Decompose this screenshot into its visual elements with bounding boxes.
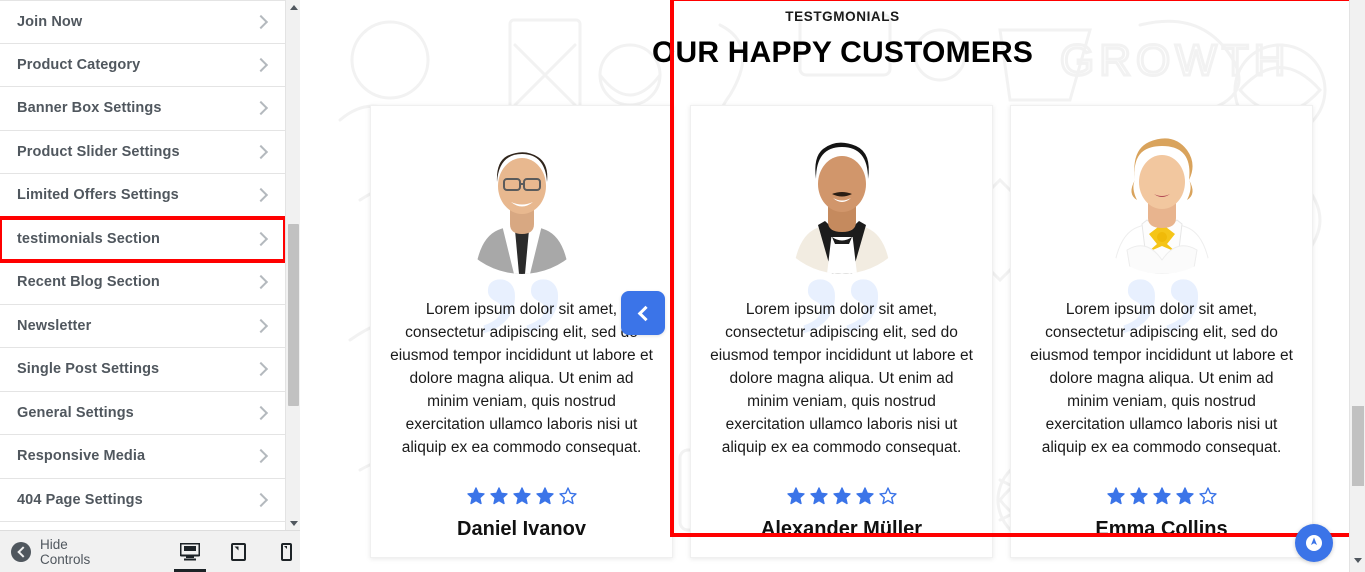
sidebar-item-label: Responsive Media: [17, 448, 146, 465]
sidebar-item-label: Recent Blog Section: [17, 274, 160, 291]
star-filled-icon: [1175, 487, 1194, 505]
avatar: [766, 124, 917, 274]
sidebar-menu-list: Join Now Product Category Banner Box Setti…: [0, 0, 285, 522]
testimonial-text: Lorem ipsum dolor sit amet, consectetur …: [710, 301, 973, 456]
sidebar-item-label: Join Now: [17, 13, 83, 30]
device-preview-desktop[interactable]: [174, 531, 206, 572]
carousel-prev-button[interactable]: [621, 291, 665, 335]
sidebar-item-label: 404 Page Settings: [17, 491, 143, 508]
sidebar-scrollbar-thumb[interactable]: [288, 224, 299, 406]
star-rating: [705, 487, 978, 505]
chevron-right-icon: [255, 101, 269, 115]
star-rating: [1025, 487, 1298, 505]
sidebar-item-label: Single Post Settings: [17, 361, 160, 378]
scrollbar-up-arrow-icon[interactable]: [286, 0, 301, 14]
sidebar-footer: Hide Controls: [0, 530, 300, 572]
scrollbar-down-arrow-icon[interactable]: [286, 516, 301, 530]
sidebar-item-label: Limited Offers Settings: [17, 187, 179, 204]
sidebar-item-join-now[interactable]: Join Now: [0, 0, 285, 44]
page-scrollbar-down-arrow-icon[interactable]: [1350, 552, 1365, 568]
star-filled-icon: [466, 487, 485, 505]
star-outline-icon: [1198, 487, 1217, 505]
hide-controls-button[interactable]: Hide Controls: [0, 537, 112, 567]
star-filled-icon: [512, 487, 531, 505]
star-filled-icon: [1106, 487, 1125, 505]
customizer-sidebar: Join Now Product Category Banner Box Setti…: [0, 0, 300, 572]
page-scrollbar[interactable]: [1349, 0, 1365, 572]
star-filled-icon: [489, 487, 508, 505]
sidebar-item-responsive-media[interactable]: Responsive Media: [0, 435, 285, 479]
chevron-right-icon: [255, 362, 269, 376]
page-scrollbar-thumb[interactable]: [1352, 406, 1364, 486]
chevron-right-icon: [255, 406, 269, 420]
chevron-right-icon: [255, 449, 269, 463]
chevron-right-icon: [255, 188, 269, 202]
testimonial-author-name: Daniel Ivanov: [457, 518, 586, 540]
testimonial-cards-row: ” Lorem ipsum dolor sit amet, consectetu…: [370, 105, 1315, 558]
testimonial-text: Lorem ipsum dolor sit amet, consectetur …: [390, 301, 653, 456]
sidebar-item-single-post-settings[interactable]: Single Post Settings: [0, 348, 285, 392]
testimonials-section: TESTGMONIALS OUR HAPPY CUSTOMERS ” Lorem…: [370, 0, 1315, 558]
star-filled-icon: [809, 487, 828, 505]
chevron-right-icon: [255, 275, 269, 289]
chevron-right-icon: [255, 232, 269, 246]
chevron-right-icon: [255, 493, 269, 507]
testimonial-author-name: Alexander Müller: [760, 518, 923, 540]
testimonial-text: Lorem ipsum dolor sit amet, consectetur …: [1030, 301, 1293, 456]
site-preview-frame: GROWTH TESTGMONIALS OUR HAPPY CUSTOMERS …: [300, 0, 1365, 572]
star-filled-icon: [1152, 487, 1171, 505]
sidebar-item-testimonials-section[interactable]: testimonials Section: [0, 215, 285, 263]
star-filled-icon: [1129, 487, 1148, 505]
desktop-icon: [180, 542, 200, 560]
sidebar-scrollbar[interactable]: [285, 0, 300, 530]
tablet-icon: [230, 542, 246, 561]
sidebar-item-label: Banner Box Settings: [17, 100, 162, 117]
hide-controls-label: Hide Controls: [40, 536, 91, 567]
star-filled-icon: [535, 487, 554, 505]
sidebar-item-label: Product Slider Settings: [17, 143, 180, 160]
star-filled-icon: [855, 487, 874, 505]
star-filled-icon: [832, 487, 851, 505]
sidebar-item-general-settings[interactable]: General Settings: [0, 391, 285, 435]
sidebar-item-label: Product Category: [17, 56, 141, 73]
chevron-right-icon: [255, 15, 269, 29]
chevron-left-icon: [637, 305, 653, 321]
floating-action-button[interactable]: [1295, 524, 1333, 562]
sidebar-item-newsletter[interactable]: Newsletter: [0, 304, 285, 348]
sidebar-item-limited-offers-settings[interactable]: Limited Offers Settings: [0, 174, 285, 218]
section-eyebrow: TESTGMONIALS: [785, 9, 900, 24]
sidebar-item-product-slider-settings[interactable]: Product Slider Settings: [0, 130, 285, 174]
star-outline-icon: [878, 487, 897, 505]
sidebar-item-recent-blog-section[interactable]: Recent Blog Section: [0, 261, 285, 305]
sidebar-item-label: Newsletter: [17, 317, 92, 334]
sidebar-item-banner-box-settings[interactable]: Banner Box Settings: [0, 87, 285, 131]
mobile-icon: [280, 542, 292, 561]
pointer-circle-icon: [1306, 535, 1322, 551]
testimonial-card[interactable]: ” Lorem ipsum dolor sit amet, consectetu…: [1010, 105, 1313, 558]
page-title: OUR HAPPY CUSTOMERS: [651, 36, 1034, 69]
device-preview-tablet[interactable]: [224, 531, 252, 572]
customizer-screen: Join Now Product Category Banner Box Setti…: [0, 0, 1365, 572]
device-preview-group: [174, 531, 300, 572]
star-outline-icon: [558, 487, 577, 505]
testimonial-card[interactable]: ” Lorem ipsum dolor sit amet, consectetu…: [690, 105, 993, 558]
circle-left-arrow-icon: [11, 541, 31, 562]
star-rating: [385, 487, 658, 505]
chevron-right-icon: [255, 319, 269, 333]
avatar: [1086, 124, 1237, 274]
sidebar-item-product-category[interactable]: Product Category: [0, 43, 285, 87]
sidebar-scroll-area: Join Now Product Category Banner Box Setti…: [0, 0, 285, 530]
device-preview-mobile[interactable]: [272, 531, 300, 572]
star-filled-icon: [786, 487, 805, 505]
chevron-right-icon: [255, 58, 269, 72]
sidebar-item-404-page-settings[interactable]: 404 Page Settings: [0, 478, 285, 522]
sidebar-item-label: testimonials Section: [17, 230, 161, 247]
sidebar-item-label: General Settings: [17, 404, 134, 421]
testimonial-author-name: Emma Collins: [1095, 518, 1228, 540]
avatar: [446, 124, 597, 274]
chevron-right-icon: [255, 145, 269, 159]
